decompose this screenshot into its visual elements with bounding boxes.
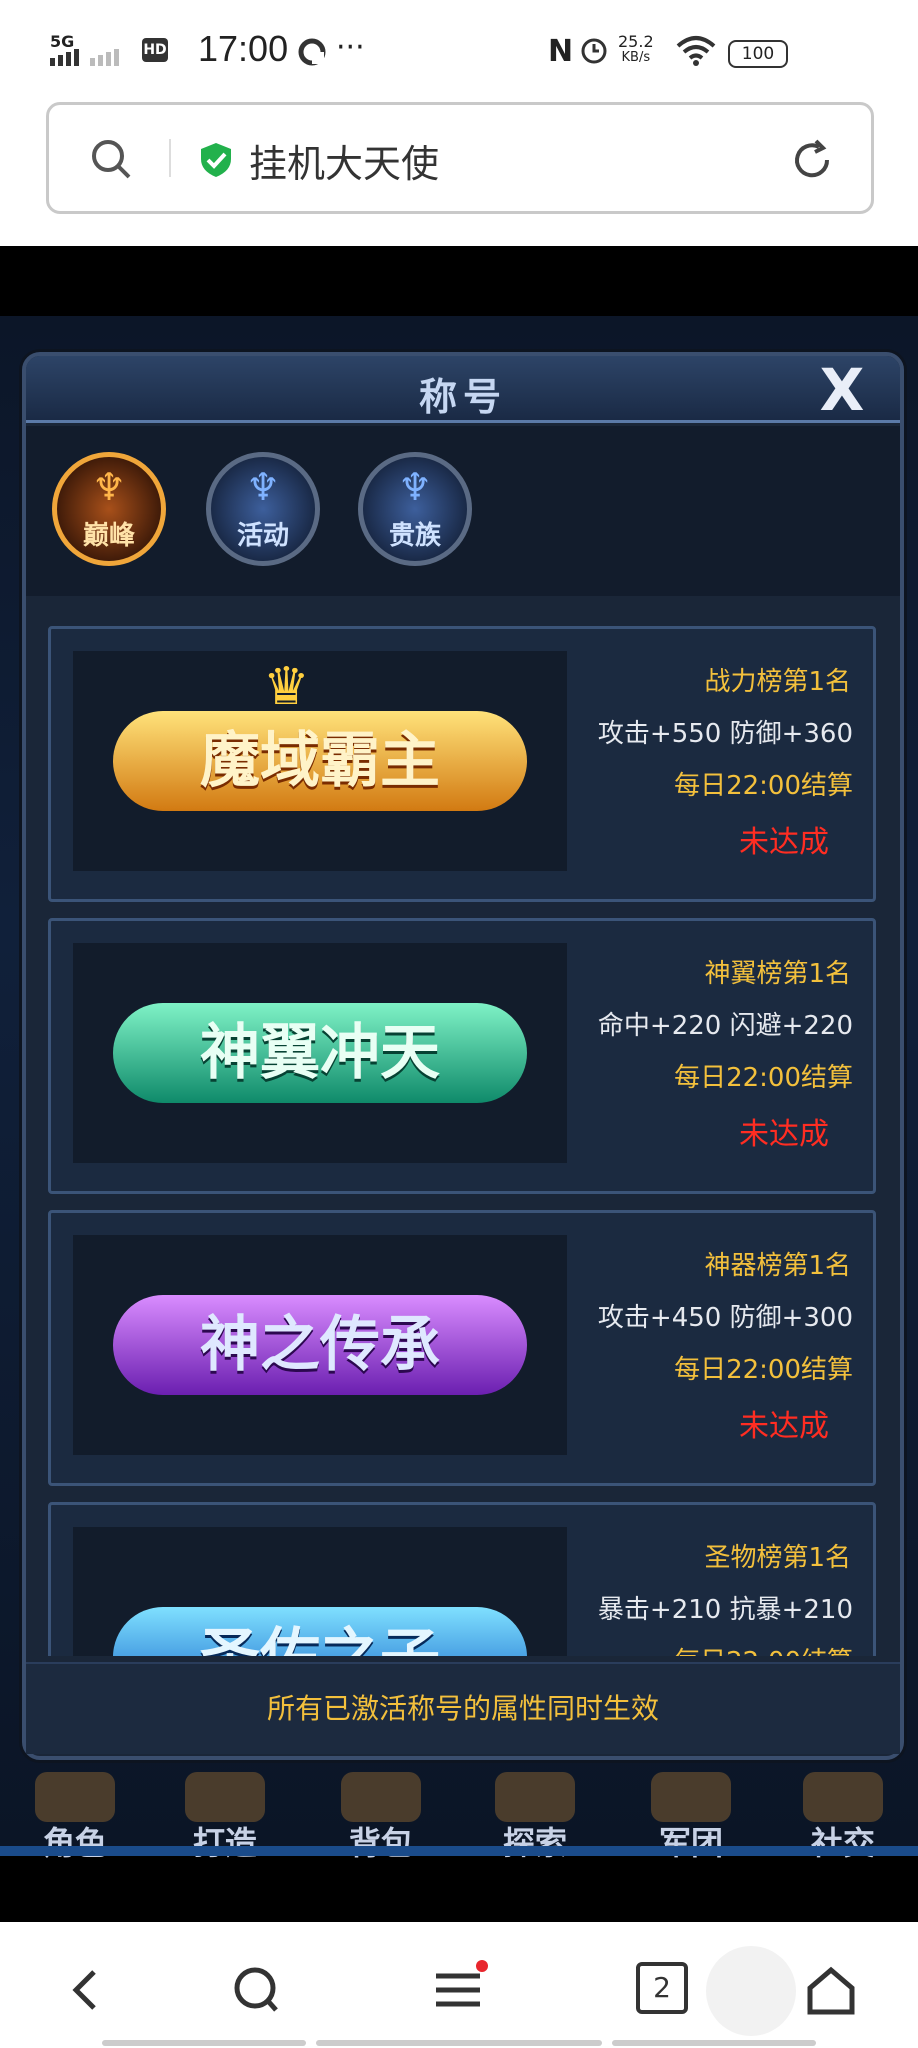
- modal-header: 称号 X: [26, 356, 900, 423]
- title-settlement-time: 每日22:00结算: [674, 1063, 853, 1093]
- title-list[interactable]: ♛ 魔域霸主 战力榜第1名 攻击+550 防御+360 每日22:00结算 未达…: [48, 626, 878, 1656]
- more-indicators: ···: [336, 30, 365, 65]
- divider: [169, 139, 171, 177]
- status-bar: 5G HD 17:00 ··· N 25.2 KB/s 100: [0, 0, 918, 100]
- network-speed: 25.2 KB/s: [618, 32, 654, 66]
- title-card[interactable]: ♛ 魔域霸主 战力榜第1名 攻击+550 防御+360 每日22:00结算 未达…: [48, 626, 876, 902]
- bag-icon: [341, 1772, 421, 1822]
- battery-indicator: 100: [728, 40, 788, 68]
- notification-icon: [298, 38, 326, 66]
- menu-bag-button[interactable]: 背包: [306, 1772, 456, 1872]
- crown-icon: ♛: [263, 657, 310, 717]
- home-icon[interactable]: [796, 1960, 866, 2020]
- scroll-indicator: [316, 2040, 602, 2046]
- title-settlement-time: 每日22:00结算: [674, 1641, 853, 1656]
- tab-noble[interactable]: ♆ 贵族: [358, 452, 472, 566]
- title-settlement-time: 每日22:00结算: [674, 771, 853, 801]
- modal-title: 称号: [418, 375, 507, 419]
- title-attributes: 暴击+210 抗暴+210: [597, 1595, 853, 1625]
- tab-activity[interactable]: ♆ 活动: [206, 452, 320, 566]
- game-viewport: 称号 X ♆ 巅峰 ♆ 活动 ♆ 贵族 ♛ 魔域霸主 战力榜第1名 攻击+550…: [0, 246, 918, 1922]
- title-art: 圣佑之子: [73, 1527, 567, 1656]
- nfc-icon: N: [548, 34, 574, 69]
- flame-icon: ♆: [397, 465, 433, 509]
- title-card[interactable]: 圣佑之子 圣物榜第1名 暴击+210 抗暴+210 每日22:00结算: [48, 1502, 876, 1656]
- tabs-button[interactable]: 2: [636, 1962, 688, 2014]
- menu-social-button[interactable]: 社交: [768, 1772, 918, 1872]
- wifi-icon: [676, 36, 716, 66]
- site-title[interactable]: 挂机大天使: [249, 133, 439, 188]
- title-modal: 称号 X ♆ 巅峰 ♆ 活动 ♆ 贵族 ♛ 魔域霸主 战力榜第1名 攻击+550…: [22, 352, 904, 1760]
- menu-icon[interactable]: [424, 1960, 494, 2020]
- menu-forge-button[interactable]: 打造: [150, 1772, 300, 1872]
- browser-address-bar: 挂机大天使: [0, 100, 918, 246]
- modal-footer-note: 所有已激活称号的属性同时生效: [26, 1662, 900, 1754]
- title-attributes: 命中+220 闪避+220: [597, 1011, 853, 1041]
- title-badge: 圣佑之子: [113, 1607, 527, 1656]
- incognito-mascot-icon: [706, 1946, 796, 2036]
- title-status: 未达成: [739, 1117, 829, 1152]
- address-box[interactable]: 挂机大天使: [46, 102, 874, 214]
- scroll-indicator: [102, 2040, 306, 2046]
- tab-peak[interactable]: ♆ 巅峰: [52, 452, 166, 566]
- signal-icon: [50, 49, 119, 66]
- title-rank: 圣物榜第1名: [704, 1543, 851, 1573]
- back-icon[interactable]: [52, 1960, 122, 2020]
- social-icon: [803, 1772, 883, 1822]
- menu-legion-button[interactable]: 军团: [616, 1772, 766, 1872]
- search-icon[interactable]: [222, 1960, 292, 2020]
- title-status: 未达成: [739, 1409, 829, 1444]
- title-rank: 神翼榜第1名: [704, 959, 851, 989]
- title-attributes: 攻击+550 防御+360: [597, 719, 853, 749]
- legion-icon: [651, 1772, 731, 1822]
- menu-character-button[interactable]: 角色: [0, 1772, 150, 1872]
- explore-icon: [495, 1772, 575, 1822]
- title-card[interactable]: 神翼冲天 神翼榜第1名 命中+220 闪避+220 每日22:00结算 未达成: [48, 918, 876, 1194]
- title-art: 神之传承: [73, 1235, 567, 1455]
- menu-explore-button[interactable]: 探索: [460, 1772, 610, 1872]
- search-icon[interactable]: [89, 137, 133, 181]
- hd-badge: HD: [142, 38, 168, 62]
- browser-bottom-nav: 2: [0, 1922, 918, 2048]
- flame-icon: ♆: [245, 465, 281, 509]
- title-rank: 神器榜第1名: [704, 1251, 851, 1281]
- flame-icon: ♆: [91, 465, 127, 509]
- reload-icon[interactable]: [789, 137, 835, 183]
- title-settlement-time: 每日22:00结算: [674, 1355, 853, 1385]
- title-card[interactable]: 神之传承 神器榜第1名 攻击+450 防御+300 每日22:00结算 未达成: [48, 1210, 876, 1486]
- title-badge: 神之传承: [113, 1295, 527, 1395]
- forge-icon: [185, 1772, 265, 1822]
- alarm-icon: [581, 38, 607, 64]
- title-rank: 战力榜第1名: [704, 667, 851, 697]
- title-art: 神翼冲天: [73, 943, 567, 1163]
- game-menu-underline: [0, 1846, 918, 1856]
- clock: 17:00: [198, 28, 289, 69]
- title-attributes: 攻击+450 防御+300: [597, 1303, 853, 1333]
- title-badge: 神翼冲天: [113, 1003, 527, 1103]
- title-status: 未达成: [739, 825, 829, 860]
- title-badge: 魔域霸主: [113, 711, 527, 811]
- character-icon: [35, 1772, 115, 1822]
- title-art: ♛ 魔域霸主: [73, 651, 567, 871]
- secure-shield-icon: [201, 143, 231, 177]
- close-button[interactable]: X: [802, 360, 882, 420]
- category-tabs: ♆ 巅峰 ♆ 活动 ♆ 贵族: [26, 426, 900, 596]
- scroll-indicator: [612, 2040, 816, 2046]
